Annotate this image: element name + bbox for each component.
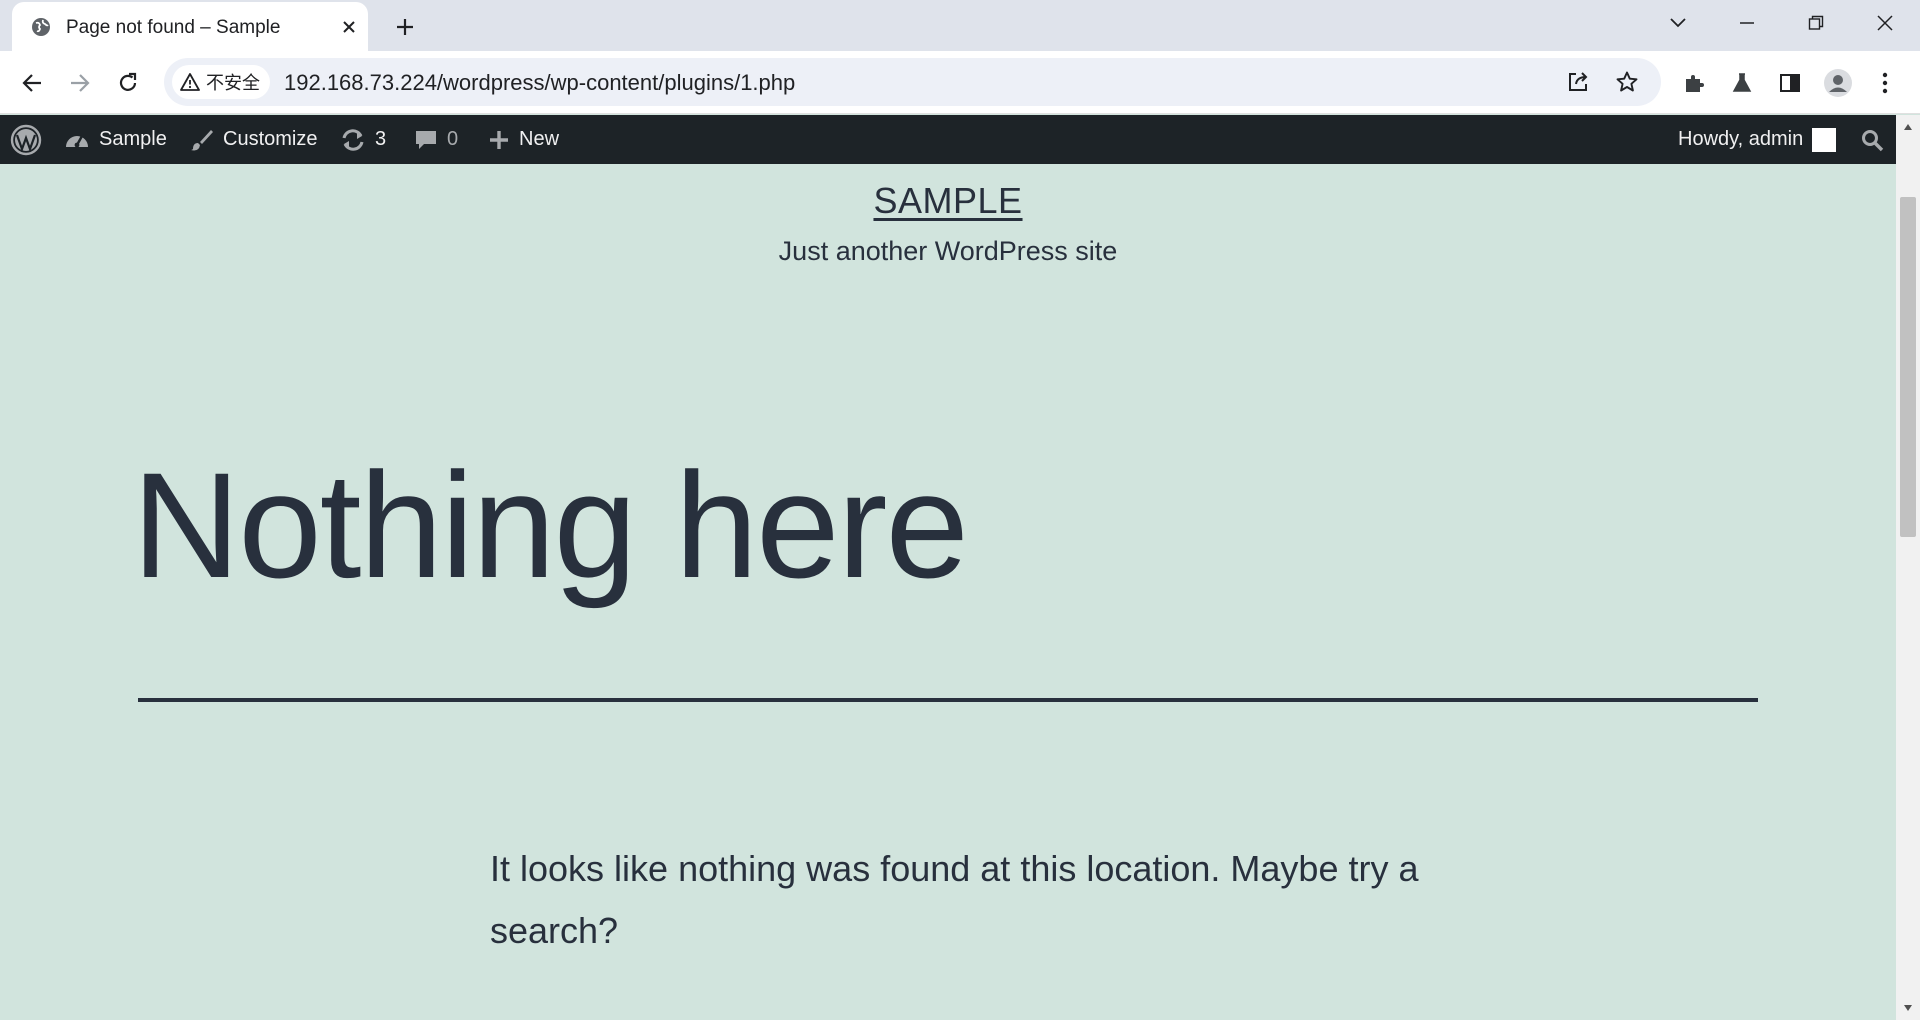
page-scrollbar[interactable] [1896,115,1920,1020]
site-title: SAMPLE [0,180,1896,222]
url-text[interactable]: 192.168.73.224/wordpress/wp-content/plug… [284,70,795,96]
avatar [1812,127,1837,152]
wp-admin-bar: Sample Customize 3 0 New Howdy, admin [0,115,1896,164]
new-label: New [519,128,560,150]
updates-link[interactable]: 3 [340,115,386,164]
comment-bubble-icon [414,128,438,152]
scrollbar-thumb[interactable] [1900,197,1916,537]
paintbrush-icon [190,128,214,152]
labs-flask-icon[interactable] [1724,65,1760,101]
my-account-menu[interactable]: Howdy, admin [1678,115,1837,164]
minimize-icon[interactable] [1729,8,1765,38]
page-title: Nothing here [132,441,969,609]
new-tab-icon[interactable] [390,12,420,42]
browser-toolbar: 不安全 192.168.73.224/wordpress/wp-content/… [0,51,1920,114]
site-name-label: Sample [99,128,167,150]
new-content-menu[interactable]: New [488,115,559,164]
comments-count: 0 [447,128,459,150]
security-label: 不安全 [206,73,260,94]
admin-search-button[interactable] [1860,115,1884,164]
plus-icon [488,129,510,151]
updates-count: 3 [375,128,387,150]
wordpress-logo-icon [10,124,42,156]
tab-title: Page not found – Sample [66,17,281,38]
close-window-icon[interactable] [1867,8,1903,38]
tab-search-icon[interactable] [1660,8,1696,38]
globe-icon [31,17,51,37]
wp-logo-menu[interactable] [10,115,42,164]
menu-dots-icon[interactable] [1867,65,1903,101]
scroll-up-arrow-icon[interactable] [1896,115,1920,139]
tab-strip: Page not found – Sample [0,0,1920,51]
site-description: Just another WordPress site [778,236,1118,266]
back-arrow-icon[interactable] [14,65,50,101]
extensions-puzzle-icon[interactable] [1676,65,1712,101]
share-icon[interactable] [1564,68,1592,96]
dashboard-gauge-icon [64,129,90,151]
comments-link[interactable]: 0 [414,115,458,164]
warning-icon [180,73,200,91]
updates-refresh-icon [340,128,366,152]
restore-icon[interactable] [1798,8,1834,38]
side-panel-icon[interactable] [1772,65,1808,101]
profile-avatar-icon[interactable] [1820,65,1856,101]
browser-tab[interactable]: Page not found – Sample [12,2,368,51]
address-bar[interactable]: 不安全 192.168.73.224/wordpress/wp-content/… [164,58,1661,106]
reload-icon[interactable] [110,65,146,101]
customize-link[interactable]: Customize [190,115,317,164]
site-title-link[interactable]: SAMPLE [873,180,1022,221]
search-icon [1860,128,1884,152]
customize-label: Customize [223,128,318,150]
forward-arrow-icon[interactable] [62,65,98,101]
howdy-label: Howdy, admin [1678,128,1804,150]
bookmark-star-icon[interactable] [1613,68,1641,96]
scroll-down-arrow-icon[interactable] [1896,996,1920,1020]
not-found-message: It looks like nothing was found at this … [490,848,1419,951]
security-indicator[interactable]: 不安全 [172,65,270,99]
site-name-menu[interactable]: Sample [64,115,167,164]
heading-divider [138,698,1758,702]
close-tab-icon[interactable] [337,15,361,39]
